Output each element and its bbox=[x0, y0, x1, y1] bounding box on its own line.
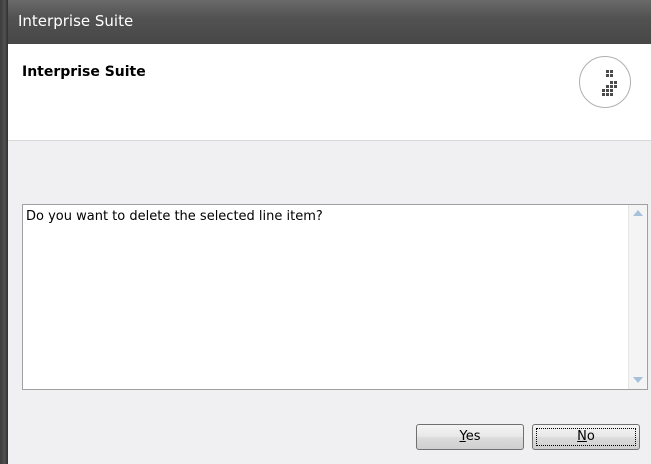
message-textbox[interactable]: Do you want to delete the selected line … bbox=[22, 204, 648, 390]
interprise-logo-icon bbox=[579, 56, 631, 108]
title-bar[interactable]: Interprise Suite bbox=[8, 0, 651, 44]
dialog-window: Interprise Suite Interprise Suite Do you… bbox=[0, 0, 651, 464]
dialog-content: Do you want to delete the selected line … bbox=[8, 141, 651, 464]
window-title: Interprise Suite bbox=[18, 12, 134, 30]
yes-button-label: es bbox=[465, 429, 481, 444]
yes-button[interactable]: Yes bbox=[416, 424, 524, 450]
focus-rectangle bbox=[536, 428, 636, 446]
window-frame-left bbox=[0, 0, 8, 464]
scroll-down-arrow-icon[interactable] bbox=[633, 377, 643, 383]
dialog-header: Interprise Suite bbox=[8, 44, 651, 141]
header-title: Interprise Suite bbox=[22, 64, 146, 80]
scroll-up-arrow-icon[interactable] bbox=[633, 210, 643, 216]
vertical-scrollbar[interactable] bbox=[628, 205, 647, 389]
logo-dots-icon bbox=[602, 70, 617, 96]
message-text: Do you want to delete the selected line … bbox=[26, 209, 323, 224]
no-button[interactable]: No bbox=[532, 424, 640, 450]
